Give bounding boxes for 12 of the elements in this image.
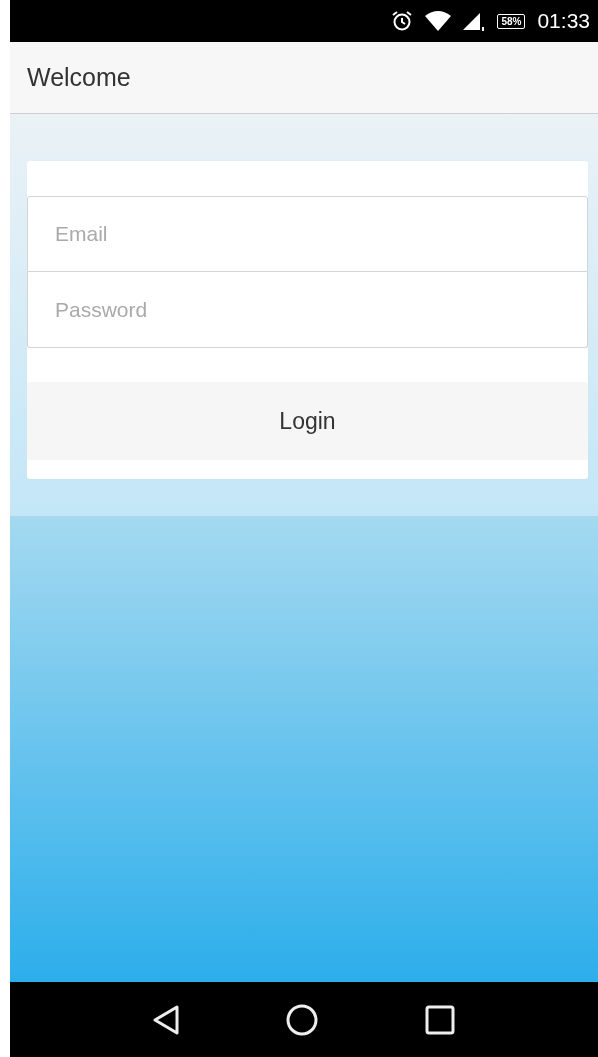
- page-title: Welcome: [27, 63, 131, 92]
- back-icon[interactable]: [153, 1004, 180, 1035]
- wifi-icon: [425, 11, 452, 31]
- recent-apps-icon[interactable]: [424, 1004, 455, 1035]
- battery-indicator: 58%: [497, 13, 526, 29]
- home-icon[interactable]: [286, 1003, 318, 1036]
- login-button[interactable]: Login: [27, 382, 588, 460]
- alarm-clock-icon: [391, 10, 414, 32]
- clock-time: 01:33: [537, 9, 590, 33]
- signal-icon: [463, 11, 486, 31]
- email-field[interactable]: Email: [27, 196, 588, 272]
- password-field[interactable]: Password: [27, 272, 588, 348]
